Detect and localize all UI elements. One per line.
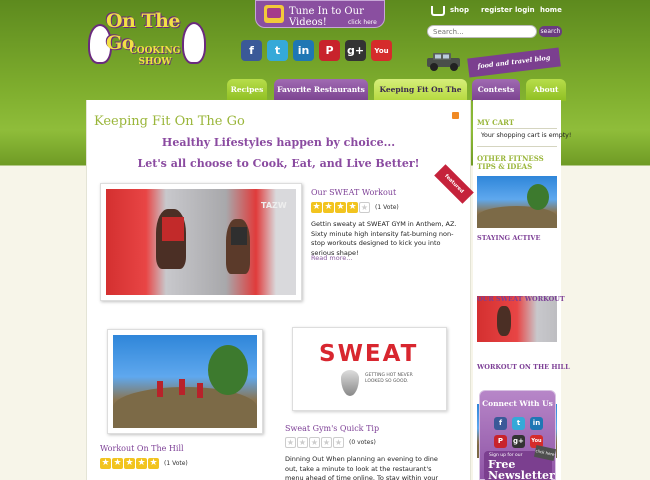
vote-count: (1 Vote)	[164, 460, 188, 467]
rating-star-icon[interactable]: ★	[124, 458, 135, 469]
pinterest-icon[interactable]: P	[494, 435, 507, 448]
cart-icon[interactable]	[431, 6, 445, 16]
newsletter-title: Free Newsletter	[488, 458, 555, 480]
rating-star-icon[interactable]: ★	[148, 458, 159, 469]
rating-star-icon[interactable]: ★	[112, 458, 123, 469]
rss-icon[interactable]	[452, 112, 459, 119]
sidebar-link-workout-hill[interactable]: WORKOUT ON THE HILL	[477, 363, 570, 371]
tab-keeping-fit[interactable]: Keeping Fit On The Go	[374, 79, 467, 115]
sidebar-link-sweat-workout[interactable]: OUR SWEAT WORKOUT	[477, 295, 565, 303]
tagline-cook-eat-live: Let's all choose to Cook, Eat, and Live …	[137, 157, 420, 170]
search-input[interactable]	[427, 25, 537, 38]
page-title: Keeping Fit On The Go	[94, 114, 245, 129]
logo-show: SHOW	[138, 57, 172, 67]
site-logo[interactable]: On The Go COOKING SHOW	[86, 4, 211, 84]
tv-icon	[264, 5, 284, 23]
quick-tip-rating[interactable]: ★ ★ ★ ★ ★ (0 votes)	[285, 437, 376, 448]
rating-star-icon[interactable]: ★	[335, 202, 346, 213]
search-button[interactable]: search	[539, 26, 562, 37]
logo-cooking: COOKING	[129, 46, 181, 56]
featured-post-excerpt: Gettin sweaty at SWEAT GYM in Anthem, AZ…	[311, 220, 457, 257]
divider	[477, 146, 557, 147]
logo-subtitle: COOKING SHOW	[120, 46, 190, 68]
top-link-home[interactable]: home	[540, 6, 562, 14]
sweat-logo-word: SWEAT	[319, 341, 419, 367]
featured-post-title[interactable]: Our SWEAT Workout	[311, 188, 396, 197]
rating-star-icon[interactable]: ★	[309, 437, 320, 448]
featured-rating[interactable]: ★ ★ ★ ★ ★ (1 Vote)	[311, 202, 399, 213]
my-cart-heading: MY CART	[477, 118, 515, 127]
quick-tip-title[interactable]: Sweat Gym's Quick Tip	[285, 424, 379, 433]
rating-star-icon[interactable]: ★	[136, 458, 147, 469]
connect-panel: Connect With Us f t in P g+ You Sign up …	[479, 390, 557, 480]
workout-hill-rating[interactable]: ★ ★ ★ ★ ★ (1 Vote)	[100, 458, 188, 469]
workout-hill-image[interactable]	[107, 329, 263, 434]
tab-recipes[interactable]: Recipes	[227, 79, 267, 101]
twitter-icon[interactable]: t	[512, 417, 525, 430]
gym-photo: TAZW	[106, 189, 296, 295]
top-link-shop[interactable]: shop	[450, 6, 469, 14]
rating-star-icon[interactable]: ★	[285, 437, 296, 448]
jeep-icon	[427, 53, 460, 71]
pinterest-icon[interactable]: P	[319, 40, 340, 61]
facebook-icon[interactable]: f	[241, 40, 262, 61]
rating-star-icon[interactable]: ★	[311, 202, 322, 213]
top-link-login[interactable]: login	[515, 6, 535, 14]
workout-hill-title[interactable]: Workout On The Hill	[100, 444, 184, 453]
linkedin-icon[interactable]: in	[293, 40, 314, 61]
rating-star-icon[interactable]: ★	[321, 437, 332, 448]
top-links: shop register login home	[430, 5, 562, 17]
food-travel-banner: food and travel blog	[467, 47, 561, 78]
tune-in-sub: click here	[348, 19, 377, 26]
fitness-tips-heading: OTHER FITNESS TIPS & IDEAS	[477, 154, 544, 171]
youtube-icon[interactable]: You	[371, 40, 392, 61]
sweat-logo-image[interactable]: SWEAT GETTING HOT NEVER LOOKED SO GOOD.	[292, 327, 447, 411]
tune-in-videos-button[interactable]: Tune In to Our Videos! click here	[255, 0, 385, 28]
quick-tip-excerpt: Dinning Out When planning an evening to …	[285, 455, 439, 480]
tab-favorite-restaurants[interactable]: Favorite Restaurants	[274, 79, 368, 101]
top-link-register[interactable]: register	[481, 6, 512, 14]
social-links: f t in Pg+ You	[241, 40, 392, 61]
tab-about[interactable]: About	[526, 79, 566, 101]
cart-status: Your shopping cart is empty!	[481, 132, 572, 139]
hill-photo	[113, 335, 257, 428]
tab-contests[interactable]: Contests	[472, 79, 520, 101]
rating-star-icon[interactable]: ★	[323, 202, 334, 213]
sweat-logo-slogan: GETTING HOT NEVER LOOKED SO GOOD.	[365, 373, 413, 384]
rating-star-icon[interactable]: ★	[333, 437, 344, 448]
facebook-icon[interactable]: f	[494, 417, 507, 430]
read-more-link[interactable]: Read more...	[311, 254, 352, 262]
rating-star-icon[interactable]: ★	[359, 202, 370, 213]
twitter-icon[interactable]: t	[267, 40, 288, 61]
vote-count: (0 votes)	[349, 439, 376, 446]
googleplus-icon[interactable]: g+	[345, 40, 366, 61]
thumb-staying-active[interactable]	[477, 176, 557, 228]
sweat-drop-icon	[341, 370, 359, 396]
featured-post-image[interactable]: TAZW	[100, 183, 302, 301]
vote-count: (1 Vote)	[375, 204, 399, 211]
tagline-healthy: Healthy Lifestyles happen by choice...	[161, 136, 396, 149]
rating-star-icon[interactable]: ★	[100, 458, 111, 469]
sidebar-link-staying-active[interactable]: STAYING ACTIVE	[477, 234, 540, 242]
newsletter-signup[interactable]: Sign up for our Free Newsletter click he…	[484, 445, 557, 480]
rating-star-icon[interactable]: ★	[297, 437, 308, 448]
rating-star-icon[interactable]: ★	[347, 202, 358, 213]
connect-heading: Connect With Us	[482, 399, 553, 408]
divider	[477, 128, 557, 129]
linkedin-icon[interactable]: in	[530, 417, 543, 430]
googleplus-icon[interactable]: g+	[512, 435, 525, 448]
